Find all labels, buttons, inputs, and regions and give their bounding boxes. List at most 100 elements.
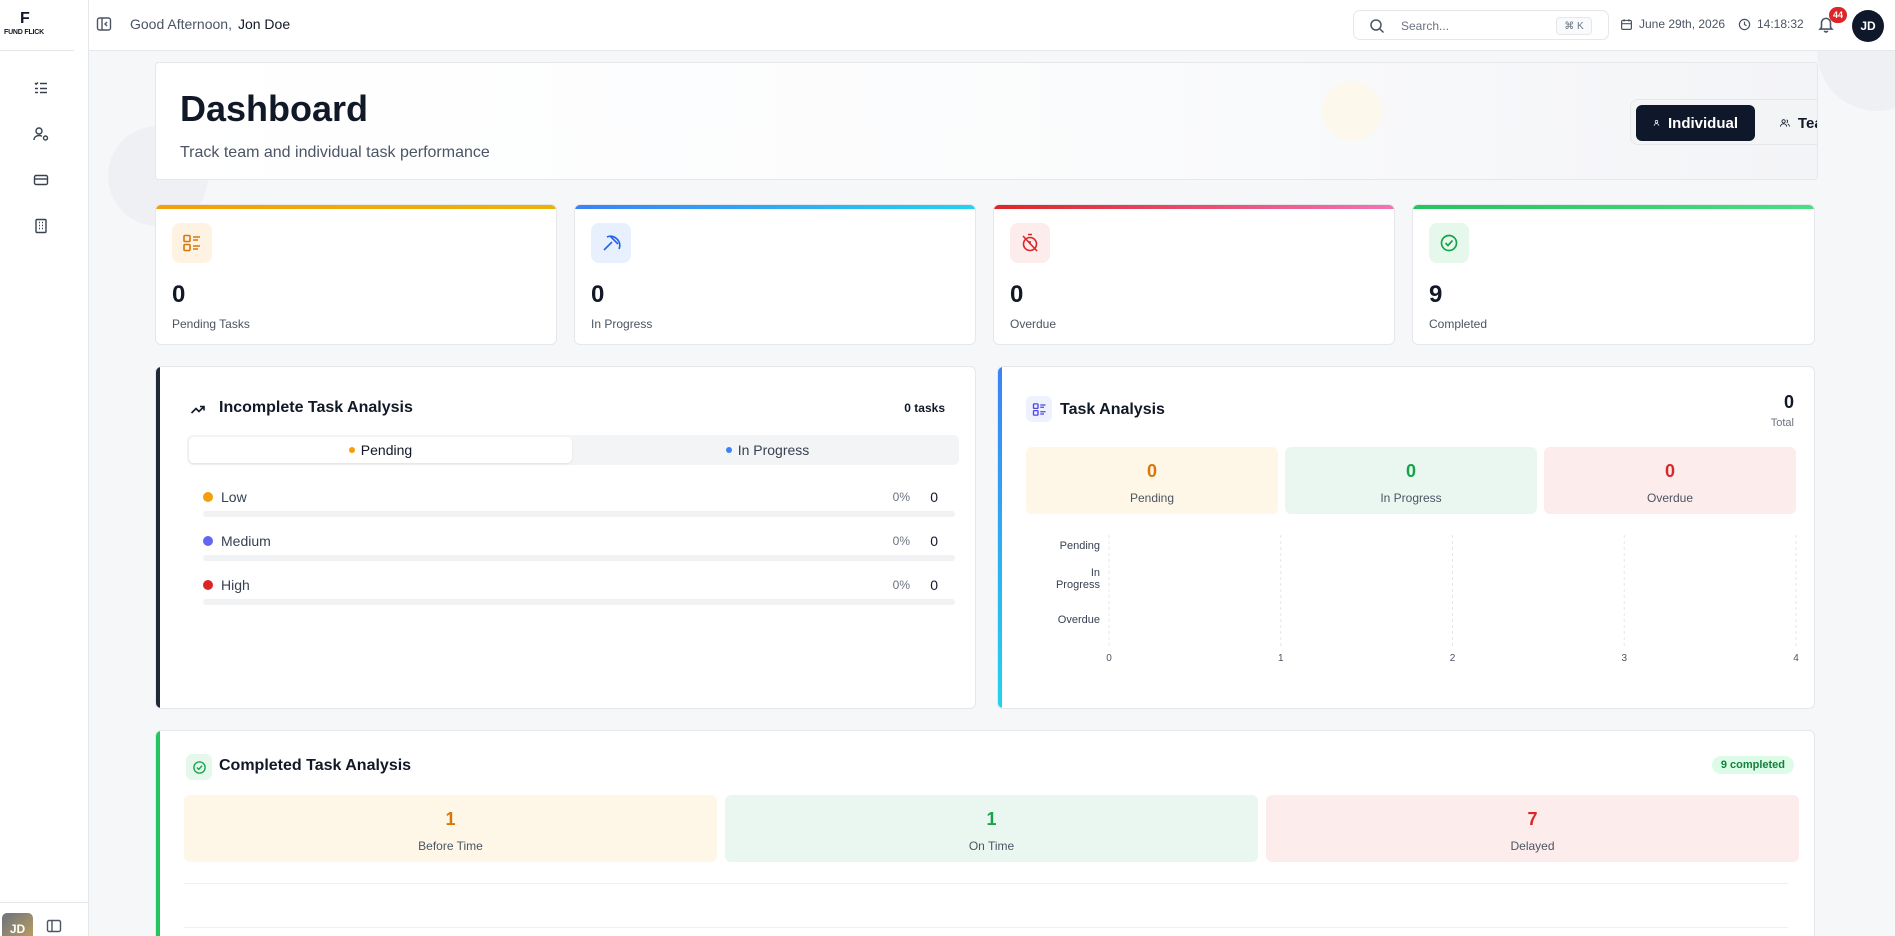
priority-dot (203, 580, 213, 590)
chart-x-tick-label: 3 (1621, 653, 1627, 664)
priority-row-low: Low 0% 0 (203, 486, 959, 518)
summary-label: In Progress (1380, 491, 1442, 505)
panel-title: Completed Task Analysis (219, 757, 412, 774)
summary-value: 1 (986, 809, 997, 829)
tab-in-progress[interactable]: In Progress (576, 437, 959, 463)
stat-icon-box (1010, 223, 1050, 263)
user-icon (1653, 120, 1660, 126)
chart-x-tick-label: 2 (1450, 653, 1456, 664)
summary-value: 0 (1664, 461, 1675, 481)
panel-left-icon (46, 919, 62, 933)
team-toggle-label: Team (1797, 114, 1817, 132)
stat-accent-bar (156, 205, 556, 209)
sidebar-item-payments[interactable] (31, 170, 51, 190)
summary-value: 1 (445, 809, 456, 829)
stat-value: 9 (1429, 281, 1443, 308)
tab-pending[interactable]: Pending (189, 437, 572, 463)
completed-task-analysis-panel: Completed Task Analysis 9 completed 1 Be… (155, 730, 1815, 936)
user-settings-icon (33, 127, 49, 141)
tab-label: In Progress (737, 442, 810, 458)
team-toggle-button[interactable]: Team (1763, 105, 1817, 141)
summary-value: 0 (1405, 461, 1416, 481)
priority-progress-track (203, 599, 955, 605)
page-subtitle: Track team and individual task performan… (180, 144, 490, 161)
summary-value: 0 (1146, 461, 1157, 481)
stat-value: 0 (172, 281, 186, 308)
stat-icon-box (591, 223, 631, 263)
stat-accent-bar (994, 205, 1394, 209)
logo-text: FUND FLICK (4, 29, 44, 36)
priority-count: 0 (930, 533, 938, 549)
trending-up-icon (190, 405, 205, 414)
sidebar-item-tasks[interactable] (31, 78, 51, 98)
summary-label: On Time (968, 839, 1015, 853)
priority-dot (203, 536, 213, 546)
stat-card-pending: 0 Pending Tasks (155, 204, 557, 345)
sidebar-item-organization[interactable] (31, 216, 51, 236)
stat-label: In Progress (591, 317, 653, 331)
sidebar-item-users[interactable] (31, 124, 51, 144)
summary-card-pending: 0 Pending (1026, 447, 1278, 514)
calendar-icon (1621, 18, 1632, 30)
notification-count-badge: 44 (1829, 7, 1847, 23)
sidebar-toggle-button[interactable] (46, 918, 64, 936)
search-shortcut: ⌘ K (1556, 17, 1592, 35)
status-dot (725, 447, 732, 453)
timer-off-icon (1022, 233, 1038, 252)
priority-percent: 0% (892, 534, 910, 548)
divider (0, 50, 74, 51)
total-value: 0 (1783, 392, 1794, 412)
credit-card-icon (33, 174, 49, 186)
priority-dot (203, 492, 213, 502)
completed-count-badge: 9 completed (1711, 756, 1794, 774)
stat-card-in-progress: 0 In Progress (574, 204, 976, 345)
priority-percent: 0% (892, 490, 910, 504)
chart-y-category-label: Progress (1056, 579, 1101, 591)
chart-gridline (184, 883, 1788, 884)
stat-label: Overdue (1010, 317, 1057, 331)
search-icon (1370, 19, 1385, 34)
chart-x-tick-label: 0 (1106, 653, 1112, 664)
priority-name: High (221, 577, 250, 593)
search-box[interactable]: ⌘ K (1353, 10, 1609, 40)
chart-x-tick-label: 4 (1793, 653, 1799, 664)
checklist-icon (1032, 402, 1045, 416)
task-list-icon (34, 81, 47, 94)
panel-title: Task Analysis (1060, 401, 1165, 418)
priority-progress-track (203, 511, 955, 517)
users-icon (1780, 119, 1790, 127)
total-label: Total (1770, 417, 1794, 429)
incomplete-task-analysis-panel: Incomplete Task Analysis 0 tasks Pending… (155, 366, 976, 709)
chart-y-category-label: Overdue (1058, 614, 1100, 626)
status-tabs: Pending In Progress (187, 435, 959, 465)
task-count-label: 0 tasks (904, 401, 945, 415)
priority-row-medium: Medium 0% 0 (203, 530, 959, 562)
stat-label: Pending Tasks (172, 317, 250, 331)
panel-accent-edge (156, 731, 160, 936)
building-icon (35, 218, 47, 234)
stat-value: 0 (1010, 281, 1024, 308)
summary-value: 7 (1527, 809, 1538, 829)
decorative-circle (1817, 51, 1895, 111)
priority-name: Low (221, 489, 247, 505)
priority-percent: 0% (892, 578, 910, 592)
collapse-sidebar-button[interactable] (96, 16, 113, 33)
individual-toggle-button[interactable]: Individual (1636, 105, 1755, 141)
stat-accent-bar (1413, 205, 1814, 209)
priority-count: 0 (930, 489, 938, 505)
priority-name: Medium (221, 533, 271, 549)
logo-mark: F (20, 10, 30, 27)
summary-label: Delayed (1510, 839, 1555, 853)
app-logo[interactable]: F FUND FLICK (4, 10, 76, 40)
stat-card-completed: 9 Completed (1412, 204, 1815, 345)
panel-icon-box (1026, 396, 1052, 422)
sidebar-avatar[interactable]: JD (2, 913, 33, 936)
chart-x-tick-label: 1 (1278, 653, 1284, 664)
search-input[interactable] (1401, 16, 1551, 36)
task-analysis-chart: 0 1 2 3 4 Pending InProgress Overdue (1056, 535, 1799, 664)
main-content: Dashboard Track team and individual task… (89, 51, 1895, 936)
page-title: Dashboard (180, 88, 369, 129)
time-text: 14:18:32 (1757, 17, 1804, 31)
clock-icon (1738, 18, 1751, 30)
user-avatar[interactable]: JD (1852, 10, 1884, 42)
